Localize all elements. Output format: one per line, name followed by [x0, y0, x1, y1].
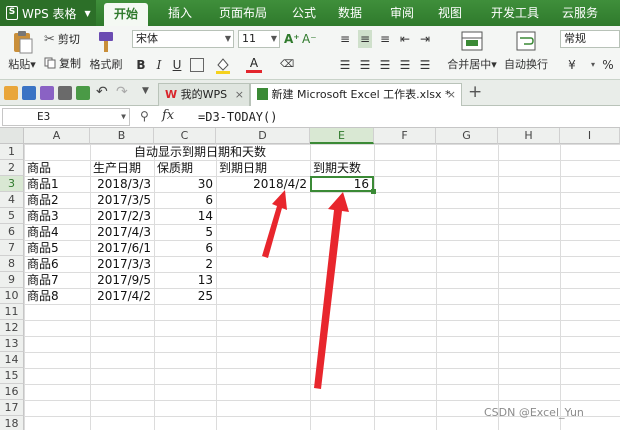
- font-color-icon[interactable]: A: [246, 54, 262, 73]
- undo-icon[interactable]: ↶: [96, 84, 108, 100]
- menu-bar: S WPS 表格 ▼ 开始 插入 页面布局 公式 数据 审阅 视图 开发工具 云…: [0, 0, 620, 26]
- align-right-icon[interactable]: ☰: [378, 56, 392, 74]
- merge-center-button[interactable]: 合并居中▾: [444, 30, 500, 72]
- tab-workbook[interactable]: 新建 Microsoft Excel 工作表.xlsx * ×: [250, 83, 462, 106]
- zoom-search-icon[interactable]: ⚲: [140, 109, 149, 123]
- menu-page-layout[interactable]: 页面布局: [208, 0, 278, 26]
- brush-icon: [99, 32, 113, 52]
- align-left-icon[interactable]: ☰: [338, 56, 352, 74]
- number-format-select[interactable]: 常规: [560, 30, 620, 48]
- italic-icon[interactable]: I: [152, 56, 166, 74]
- formula-input[interactable]: =D3-TODAY(): [198, 108, 277, 126]
- menu-cloud[interactable]: 云服务: [552, 0, 608, 26]
- copy-label: 复制: [59, 57, 81, 70]
- menu-home[interactable]: 开始: [104, 3, 148, 26]
- percent-button[interactable]: %: [600, 56, 616, 74]
- open-folder-icon[interactable]: [4, 86, 18, 100]
- insert-function-button[interactable]: fx: [162, 108, 174, 123]
- menu-review[interactable]: 审阅: [380, 0, 424, 26]
- redo-icon[interactable]: ↷: [116, 84, 128, 100]
- align-middle-icon[interactable]: ≡: [358, 30, 372, 48]
- close-icon[interactable]: ×: [447, 84, 456, 105]
- copy-icon: [44, 57, 56, 69]
- spreadsheet-file-icon: [257, 88, 268, 100]
- wrap-text-icon: [516, 31, 536, 51]
- underline-icon[interactable]: U: [170, 56, 184, 74]
- name-box[interactable]: E3 ▼: [2, 108, 130, 126]
- wrap-text-button[interactable]: 自动换行: [500, 30, 552, 72]
- merge-cells-icon: [461, 31, 483, 51]
- wrap-text-label: 自动换行: [504, 58, 548, 71]
- indent-left-icon[interactable]: ⇤: [398, 30, 412, 48]
- align-horizontal-group: ☰ ☰ ☰ ☰ ☰: [338, 56, 432, 74]
- chevron-down-icon: ▼: [270, 34, 277, 43]
- scissors-icon: ✂: [44, 31, 55, 47]
- chevron-down-icon[interactable]: ▼: [142, 86, 149, 96]
- font-name-value: 宋体: [136, 32, 158, 45]
- paste-label: 粘贴: [8, 58, 31, 71]
- tab-label: 我的WPS: [180, 88, 228, 101]
- chevron-down-icon: ▼: [84, 8, 91, 18]
- increase-font-icon[interactable]: A⁺: [284, 30, 300, 48]
- paste-button[interactable]: 粘贴▾: [4, 30, 40, 72]
- wps-logo-icon: S: [6, 6, 18, 20]
- fill-color-icon[interactable]: [214, 56, 232, 74]
- menu-developer[interactable]: 开发工具: [480, 0, 550, 26]
- chevron-down-icon[interactable]: ▾: [586, 56, 600, 74]
- indent-right-icon[interactable]: ⇥: [418, 30, 432, 48]
- export-pdf-icon[interactable]: [40, 86, 54, 100]
- paste-icon: [14, 31, 33, 54]
- menu-insert[interactable]: 插入: [158, 0, 202, 26]
- align-bottom-icon[interactable]: ≡: [378, 30, 392, 48]
- red-arrow-to-days-left: [314, 192, 349, 389]
- spreadsheet-grid[interactable]: ABCDEFGHI 12345678910111213141516171819 …: [0, 128, 620, 430]
- ribbon-toolbar: 粘贴▾ ✂ 剪切 复制 格式刷 宋体 ▼ 11 ▼ A⁺ A⁻ B I U A …: [0, 26, 620, 80]
- app-name: WPS 表格: [22, 6, 77, 21]
- tab-label: 新建 Microsoft Excel 工作表.xlsx *: [271, 88, 451, 101]
- justify-icon[interactable]: ☰: [398, 56, 412, 74]
- percent-label: %: [602, 58, 614, 72]
- chevron-down-icon[interactable]: ▼: [121, 109, 126, 125]
- align-top-icon[interactable]: ≡: [338, 30, 352, 48]
- save-icon[interactable]: [22, 86, 36, 100]
- font-name-select[interactable]: 宋体 ▼: [132, 30, 234, 48]
- watermark: CSDN @Excel_Yun: [484, 406, 584, 419]
- wps-w-icon: W: [165, 88, 178, 101]
- merge-center-label: 合并居中: [447, 58, 492, 71]
- font-size-value: 11: [242, 32, 256, 45]
- wps-spreadsheet-window: S WPS 表格 ▼ 开始 插入 页面布局 公式 数据 审阅 视图 开发工具 云…: [0, 0, 620, 430]
- menu-formulas[interactable]: 公式: [282, 0, 326, 26]
- copy-button[interactable]: 复制: [44, 55, 81, 71]
- border-icon[interactable]: [190, 58, 204, 72]
- distribute-icon[interactable]: ☰: [418, 56, 432, 74]
- decrease-font-icon[interactable]: A⁻: [302, 30, 317, 48]
- red-arrow-to-expiry-date: [262, 190, 287, 258]
- close-icon[interactable]: ×: [235, 84, 244, 105]
- align-top-group: ≡ ≡ ≡ ⇤ ⇥: [338, 30, 432, 48]
- align-center-icon[interactable]: ☰: [358, 56, 372, 74]
- document-tab-bar: ↶ ↷ ▼ W 我的WPS × 新建 Microsoft Excel 工作表.x…: [0, 80, 620, 106]
- app-menu-button[interactable]: S WPS 表格 ▼: [0, 0, 96, 26]
- annotation-layer: [262, 190, 349, 389]
- number-format-value: 常规: [564, 32, 586, 45]
- format-painter-button[interactable]: 格式刷: [88, 30, 124, 72]
- font-size-select[interactable]: 11 ▼: [238, 30, 280, 48]
- bold-icon[interactable]: B: [134, 56, 148, 74]
- cut-label: 剪切: [57, 33, 80, 46]
- menu-view[interactable]: 视图: [428, 0, 472, 26]
- currency-label: ¥: [568, 58, 576, 72]
- cell-reference: E3: [37, 110, 51, 123]
- formula-bar: E3 ▼ ⚲ fx =D3-TODAY(): [0, 106, 620, 128]
- new-tab-plus-icon[interactable]: +: [468, 82, 482, 102]
- chevron-down-icon: ▼: [224, 34, 231, 43]
- cut-button[interactable]: ✂ 剪切: [44, 31, 80, 47]
- menu-data[interactable]: 数据: [328, 0, 372, 26]
- format-painter-label: 格式刷: [89, 58, 123, 71]
- clear-format-icon[interactable]: ⌫: [280, 56, 294, 74]
- print-icon[interactable]: [58, 86, 72, 100]
- tab-my-wps[interactable]: W 我的WPS ×: [158, 83, 250, 106]
- preview-icon[interactable]: [76, 86, 90, 100]
- currency-button[interactable]: ¥: [564, 56, 580, 74]
